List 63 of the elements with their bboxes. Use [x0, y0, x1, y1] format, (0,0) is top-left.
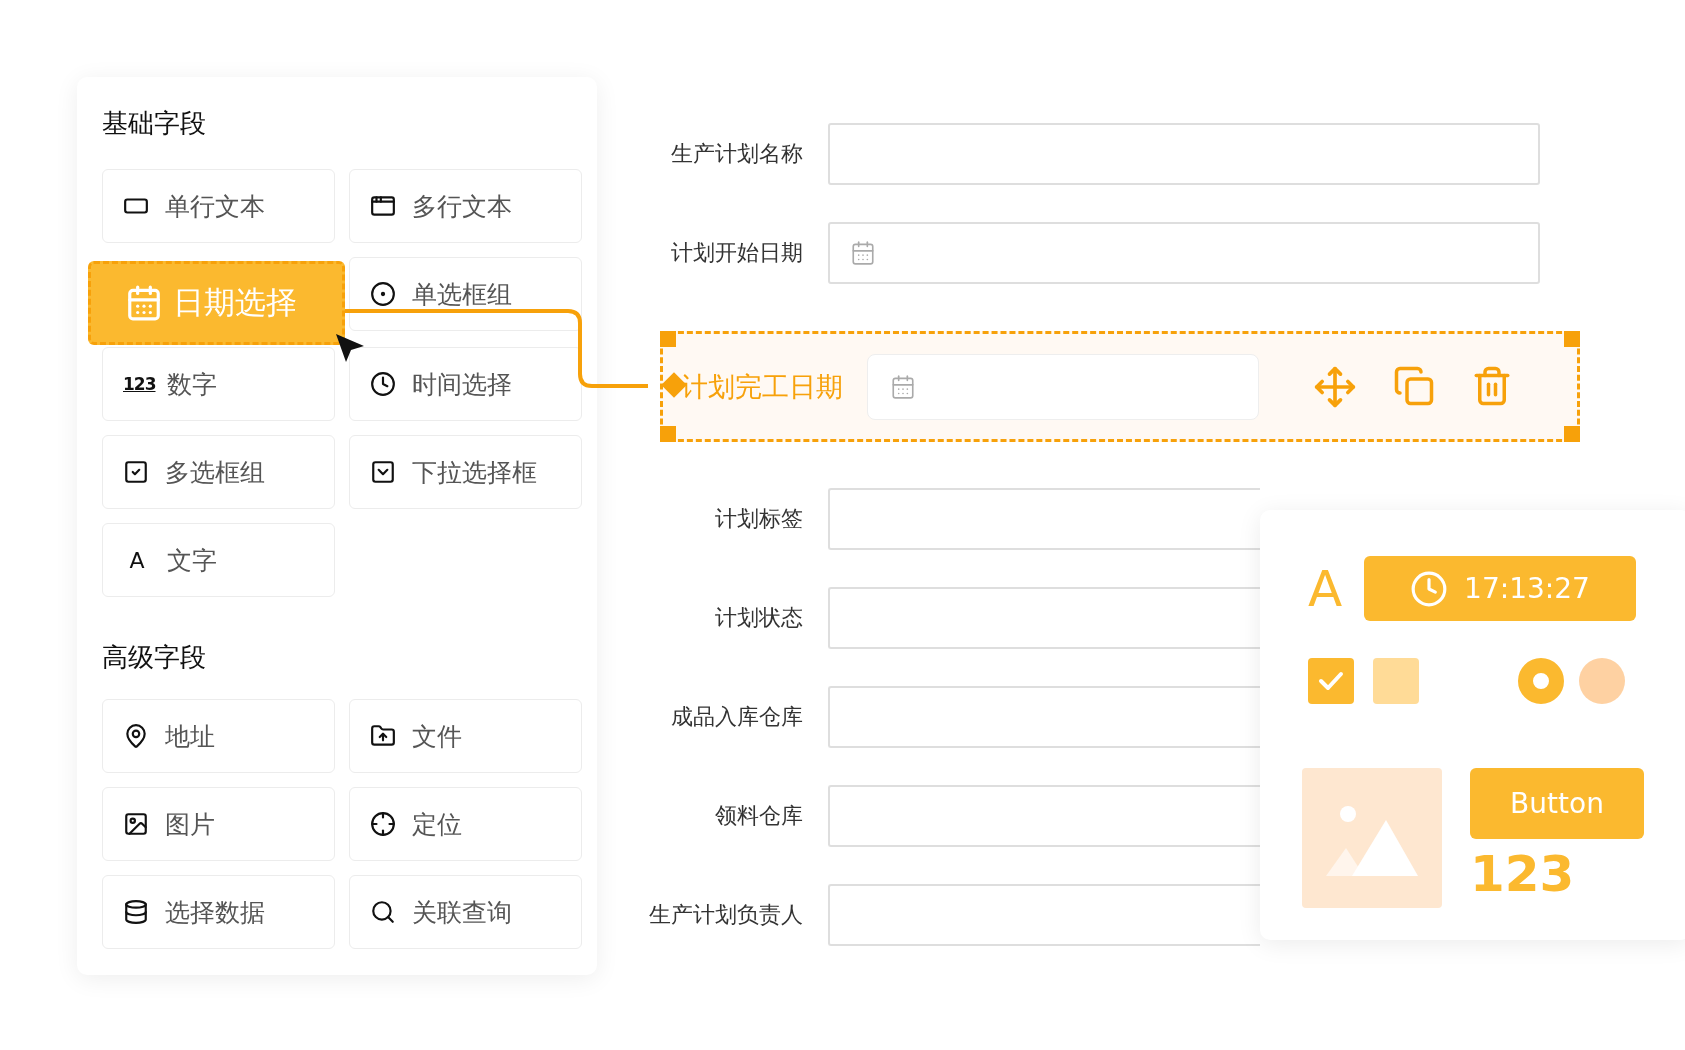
radio-icon — [370, 281, 396, 307]
search-icon — [370, 899, 396, 925]
resize-handle[interactable] — [660, 426, 676, 442]
database-icon — [123, 899, 149, 925]
field-label: 计划完工日期 — [681, 369, 843, 404]
field-label: 生产计划名称 — [670, 140, 803, 168]
checkbox[interactable] — [1308, 658, 1354, 704]
field-tile[interactable]: 单选框组 — [349, 257, 582, 331]
field-tile[interactable]: 选择数据 — [102, 875, 335, 949]
checkbox-icon — [123, 459, 149, 485]
crosshair-icon — [370, 811, 396, 837]
folder-upload-icon — [370, 723, 396, 749]
field-tile[interactable]: 关联查询 — [349, 875, 582, 949]
text-area-icon — [370, 193, 396, 219]
field-tile[interactable]: 多行文本 — [349, 169, 582, 243]
field-tile[interactable]: 多选框组 — [102, 435, 335, 509]
input-field[interactable] — [828, 123, 1540, 185]
clock-icon — [1410, 569, 1449, 608]
check-icon — [1318, 671, 1344, 691]
time-text: 17:13:27 — [1464, 572, 1590, 605]
resize-handle[interactable] — [1564, 331, 1580, 347]
calendar-icon — [850, 240, 876, 266]
field-label: 领料仓库 — [714, 802, 803, 830]
field-tile[interactable]: 单行文本 — [102, 169, 335, 243]
copy-icon[interactable] — [1393, 364, 1435, 407]
radio-button[interactable] — [1579, 658, 1625, 704]
field-label: 计划状态 — [714, 604, 803, 632]
field-label: 成品入库仓库 — [670, 703, 803, 731]
clock-icon — [370, 371, 396, 397]
date-field[interactable] — [867, 353, 1259, 420]
field-label: 计划标签 — [714, 505, 803, 533]
field-tile[interactable]: 地址 — [102, 699, 335, 773]
input-field[interactable] — [828, 488, 1260, 550]
section-title: 基础字段 — [102, 107, 207, 140]
field-tile[interactable]: 时间选择 — [349, 347, 582, 421]
field-tile[interactable]: 文件 — [349, 699, 582, 773]
field-label: 生产计划负责人 — [648, 901, 803, 929]
letter-icon: A — [123, 547, 151, 573]
radio-button[interactable] — [1518, 658, 1564, 704]
resize-handle[interactable] — [1564, 426, 1580, 442]
calendar-icon — [125, 284, 163, 322]
resize-handle[interactable] — [660, 331, 676, 347]
move-icon[interactable] — [1313, 364, 1357, 409]
checkbox[interactable] — [1373, 658, 1419, 704]
field-tile[interactable]: 123 数字 — [102, 347, 335, 421]
input-field[interactable] — [828, 785, 1260, 847]
field-tile[interactable]: 定位 — [349, 787, 582, 861]
field-tile[interactable]: 图片 — [102, 787, 335, 861]
number-sample: 123 — [1470, 845, 1576, 903]
section-title: 高级字段 — [102, 641, 207, 674]
image-icon — [123, 811, 149, 837]
map-pin-icon — [123, 723, 149, 749]
calendar-icon — [890, 373, 916, 400]
input-field[interactable] — [828, 686, 1260, 748]
field-tile[interactable]: A 文字 — [102, 523, 335, 597]
text-sample: A — [1308, 559, 1344, 618]
field-label: 计划开始日期 — [670, 239, 803, 267]
input-field[interactable] — [828, 884, 1260, 946]
date-field[interactable] — [828, 222, 1540, 284]
field-tile[interactable]: 下拉选择框 — [349, 435, 582, 509]
dropdown-icon — [370, 459, 396, 485]
input-field[interactable] — [828, 587, 1260, 649]
cursor-icon — [336, 334, 364, 362]
